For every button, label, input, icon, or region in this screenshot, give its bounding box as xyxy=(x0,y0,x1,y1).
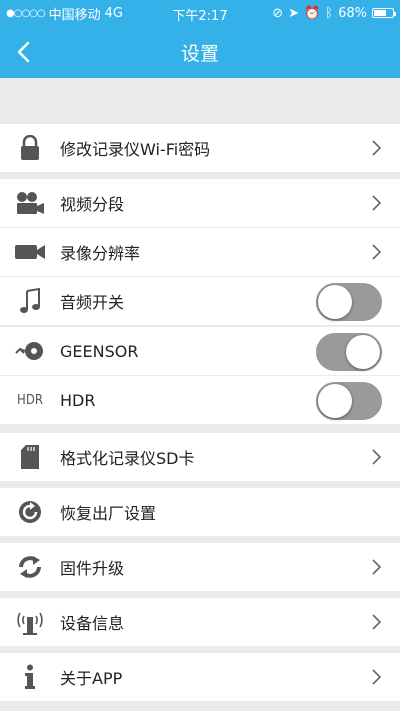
setting-row-device-info[interactable]: 设备信息 xyxy=(0,598,400,646)
battery-icon xyxy=(372,8,396,18)
chevron-right-icon xyxy=(372,449,382,465)
chevron-right-icon xyxy=(372,669,382,685)
setting-row-hdr[interactable]: HDR HDR xyxy=(0,376,400,424)
setting-row-format-sd[interactable]: 格式化记录仪SD卡 xyxy=(0,433,400,481)
setting-label: HDR xyxy=(60,390,96,410)
setting-row-video-segment[interactable]: 视频分段 xyxy=(0,179,400,227)
status-right: ⊘ ➤ ⏰ ᛒ 68% xyxy=(272,5,396,21)
setting-row-resolution[interactable]: 录像分辨率 xyxy=(0,228,400,276)
battery-percent: 68% xyxy=(338,5,367,21)
setting-row-firmware[interactable]: 固件升级 xyxy=(0,543,400,591)
toggle-knob xyxy=(346,335,380,369)
firmware-upgrade-icon xyxy=(0,543,60,591)
chevron-right-icon xyxy=(372,559,382,575)
chevron-right-icon xyxy=(372,140,382,156)
carrier-label: 中国移动 xyxy=(48,7,101,23)
bluetooth-icon: ᛒ xyxy=(325,5,334,21)
chevron-left-icon xyxy=(17,41,30,63)
signal-icon: ●○○○○ xyxy=(6,7,46,19)
setting-label: 录像分辨率 xyxy=(60,244,141,263)
chevron-right-icon xyxy=(372,244,382,260)
video-segment-icon xyxy=(0,179,60,227)
status-bar: ●○○○○ 中国移动 4G 下午2:17 ⊘ ➤ ⏰ ᛒ 68% xyxy=(0,0,400,26)
setting-label: 格式化记录仪SD卡 xyxy=(60,449,195,468)
battery-fill xyxy=(374,10,387,16)
setting-row-audio[interactable]: 音频开关 xyxy=(0,277,400,325)
setting-row-gsensor[interactable]: GEENSOR xyxy=(0,327,400,375)
rotation-lock-icon: ⊘ xyxy=(272,5,284,21)
gsensor-toggle[interactable] xyxy=(316,333,382,371)
sd-card-icon xyxy=(0,433,60,481)
chevron-right-icon xyxy=(372,614,382,630)
hdr-icon-text: HDR xyxy=(17,392,43,408)
setting-label: GEENSOR xyxy=(60,341,139,361)
page-title: 设置 xyxy=(180,42,219,65)
back-button[interactable] xyxy=(6,34,42,70)
camera-icon xyxy=(0,228,60,276)
device-info-icon xyxy=(0,598,60,646)
setting-row-wifi-password[interactable]: 修改记录仪Wi-Fi密码 xyxy=(0,124,400,172)
status-left: ●○○○○ 中国移动 4G xyxy=(6,4,123,23)
reset-icon xyxy=(0,488,60,536)
setting-row-factory-reset[interactable]: 恢复出厂设置 xyxy=(0,488,400,536)
toggle-knob xyxy=(318,384,352,418)
audio-toggle[interactable] xyxy=(316,283,382,321)
chevron-right-icon xyxy=(372,195,382,211)
network-label: 4G xyxy=(104,5,124,21)
alarm-icon: ⏰ xyxy=(304,5,321,21)
gsensor-icon xyxy=(0,327,60,375)
setting-label: 视频分段 xyxy=(60,195,125,214)
info-icon xyxy=(0,653,60,701)
setting-label: 恢复出厂设置 xyxy=(60,504,157,523)
music-note-icon xyxy=(0,277,60,325)
setting-label: 关于APP xyxy=(60,669,123,688)
setting-label: 修改记录仪Wi-Fi密码 xyxy=(60,140,211,159)
setting-label: 固件升级 xyxy=(60,559,125,578)
setting-label: 设备信息 xyxy=(60,614,125,633)
hdr-icon: HDR xyxy=(0,376,60,424)
setting-row-about[interactable]: 关于APP xyxy=(0,653,400,701)
setting-label: 音频开关 xyxy=(60,293,125,312)
hdr-toggle[interactable] xyxy=(316,382,382,420)
lock-icon xyxy=(0,124,60,172)
nav-bar: 设置 xyxy=(0,26,400,78)
location-icon: ➤ xyxy=(288,5,300,21)
toggle-knob xyxy=(318,285,352,319)
